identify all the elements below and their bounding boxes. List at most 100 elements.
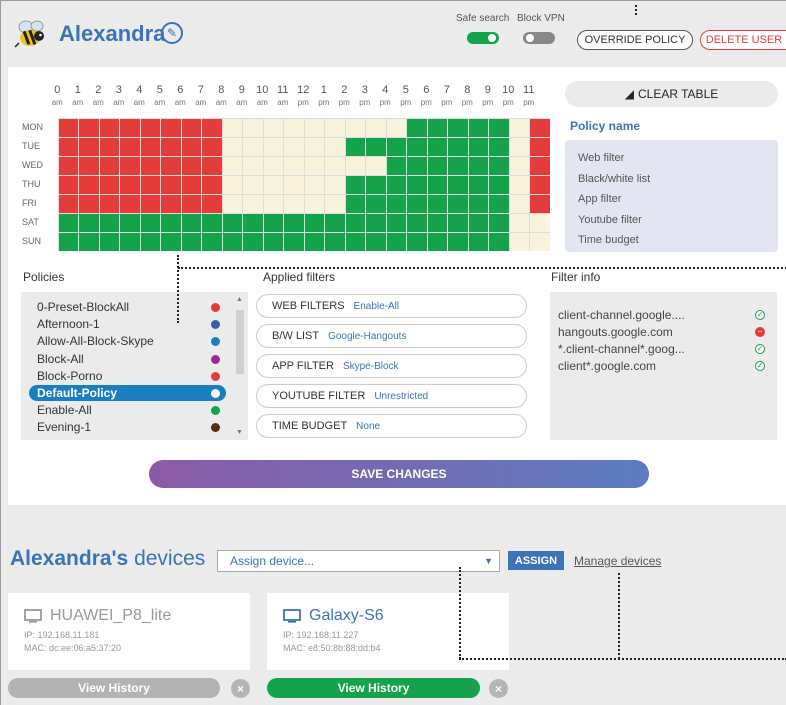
schedule-cell[interactable] xyxy=(161,232,181,251)
policy-list-item[interactable]: Afternoon-1 xyxy=(21,316,232,332)
view-history-button[interactable]: View History xyxy=(267,678,480,698)
schedule-cell[interactable] xyxy=(407,213,427,232)
schedule-cell[interactable] xyxy=(140,232,160,251)
schedule-cell[interactable] xyxy=(284,137,304,156)
schedule-cell[interactable] xyxy=(325,232,345,251)
schedule-cell[interactable] xyxy=(304,118,324,137)
policy-list-item[interactable]: Evening-1 xyxy=(21,419,232,435)
policy-list-item[interactable]: Enable-All xyxy=(21,402,232,418)
assign-device-select[interactable]: Assign device... ▼ xyxy=(217,550,500,572)
schedule-cell[interactable] xyxy=(284,213,304,232)
schedule-cell[interactable] xyxy=(263,232,283,251)
policy-list-item[interactable]: Block-Porno xyxy=(21,368,232,384)
schedule-cell[interactable] xyxy=(366,118,386,137)
schedule-cell[interactable] xyxy=(243,213,263,232)
schedule-cell[interactable] xyxy=(222,175,242,194)
schedule-cell[interactable] xyxy=(161,213,181,232)
schedule-cell[interactable] xyxy=(263,118,283,137)
schedule-cell[interactable] xyxy=(243,118,263,137)
schedule-cell[interactable] xyxy=(407,156,427,175)
schedule-cell[interactable] xyxy=(79,213,99,232)
schedule-cell[interactable] xyxy=(99,232,119,251)
schedule-cell[interactable] xyxy=(448,232,468,251)
schedule-cell[interactable] xyxy=(427,213,447,232)
schedule-cell[interactable] xyxy=(181,194,201,213)
schedule-cell[interactable] xyxy=(99,194,119,213)
schedule-cell[interactable] xyxy=(140,194,160,213)
schedule-cell[interactable] xyxy=(427,137,447,156)
schedule-cell[interactable] xyxy=(243,156,263,175)
schedule-cell[interactable] xyxy=(407,194,427,213)
clear-table-button[interactable]: ◢ CLEAR TABLE xyxy=(565,81,778,107)
schedule-cell[interactable] xyxy=(79,194,99,213)
schedule-cell[interactable] xyxy=(99,137,119,156)
schedule-cell[interactable] xyxy=(325,156,345,175)
schedule-cell[interactable] xyxy=(448,194,468,213)
schedule-cell[interactable] xyxy=(120,194,140,213)
schedule-cell[interactable] xyxy=(509,213,529,232)
schedule-cell[interactable] xyxy=(284,175,304,194)
schedule-cell[interactable] xyxy=(120,175,140,194)
schedule-cell[interactable] xyxy=(161,137,181,156)
schedule-cell[interactable] xyxy=(345,213,365,232)
schedule-cell[interactable] xyxy=(243,194,263,213)
schedule-cell[interactable] xyxy=(161,156,181,175)
schedule-cell[interactable] xyxy=(489,118,509,137)
scroll-down-icon[interactable]: ▼ xyxy=(236,429,243,436)
policy-list-item[interactable]: 0-Preset-BlockAll xyxy=(21,299,232,315)
schedule-cell[interactable] xyxy=(489,232,509,251)
schedule-cell[interactable] xyxy=(243,175,263,194)
schedule-cell[interactable] xyxy=(530,213,550,232)
schedule-cell[interactable] xyxy=(79,175,99,194)
schedule-cell[interactable] xyxy=(386,175,406,194)
schedule-cell[interactable] xyxy=(489,213,509,232)
schedule-cell[interactable] xyxy=(509,118,529,137)
schedule-cell[interactable] xyxy=(79,137,99,156)
schedule-cell[interactable] xyxy=(79,156,99,175)
schedule-cell[interactable] xyxy=(304,175,324,194)
schedule-cell[interactable] xyxy=(222,213,242,232)
schedule-cell[interactable] xyxy=(530,175,550,194)
schedule-cell[interactable] xyxy=(530,137,550,156)
schedule-cell[interactable] xyxy=(386,137,406,156)
schedule-cell[interactable] xyxy=(366,156,386,175)
schedule-cell[interactable] xyxy=(263,194,283,213)
schedule-cell[interactable] xyxy=(366,194,386,213)
schedule-cell[interactable] xyxy=(79,118,99,137)
schedule-cell[interactable] xyxy=(181,156,201,175)
schedule-cell[interactable] xyxy=(448,137,468,156)
schedule-cell[interactable] xyxy=(345,175,365,194)
scroll-up-icon[interactable]: ▲ xyxy=(236,296,243,303)
schedule-cell[interactable] xyxy=(284,232,304,251)
view-history-button[interactable]: View History xyxy=(8,678,220,698)
remove-device-icon[interactable]: × xyxy=(489,679,508,698)
schedule-cell[interactable] xyxy=(304,156,324,175)
applied-filter-pill[interactable]: YOUTUBE FILTER Unrestricted xyxy=(256,384,527,408)
schedule-cell[interactable] xyxy=(263,156,283,175)
schedule-cell[interactable] xyxy=(448,175,468,194)
schedule-cell[interactable] xyxy=(304,232,324,251)
schedule-cell[interactable] xyxy=(181,213,201,232)
schedule-cell[interactable] xyxy=(140,118,160,137)
schedule-cell[interactable] xyxy=(427,194,447,213)
schedule-cell[interactable] xyxy=(489,194,509,213)
schedule-cell[interactable] xyxy=(489,175,509,194)
schedule-cell[interactable] xyxy=(202,137,222,156)
schedule-cell[interactable] xyxy=(345,156,365,175)
schedule-cell[interactable] xyxy=(325,194,345,213)
schedule-cell[interactable] xyxy=(304,137,324,156)
applied-filter-pill[interactable]: WEB FILTERS Enable-All xyxy=(256,294,527,318)
schedule-cell[interactable] xyxy=(325,175,345,194)
schedule-cell[interactable] xyxy=(140,213,160,232)
schedule-cell[interactable] xyxy=(161,118,181,137)
schedule-cell[interactable] xyxy=(222,156,242,175)
schedule-cell[interactable] xyxy=(202,156,222,175)
schedule-cell[interactable] xyxy=(468,118,488,137)
schedule-cell[interactable] xyxy=(58,213,78,232)
policies-scrollbar[interactable]: ▲ ▼ xyxy=(234,296,246,436)
schedule-cell[interactable] xyxy=(345,137,365,156)
schedule-cell[interactable] xyxy=(120,137,140,156)
schedule-cell[interactable] xyxy=(284,118,304,137)
schedule-cell[interactable] xyxy=(448,118,468,137)
schedule-cell[interactable] xyxy=(243,232,263,251)
